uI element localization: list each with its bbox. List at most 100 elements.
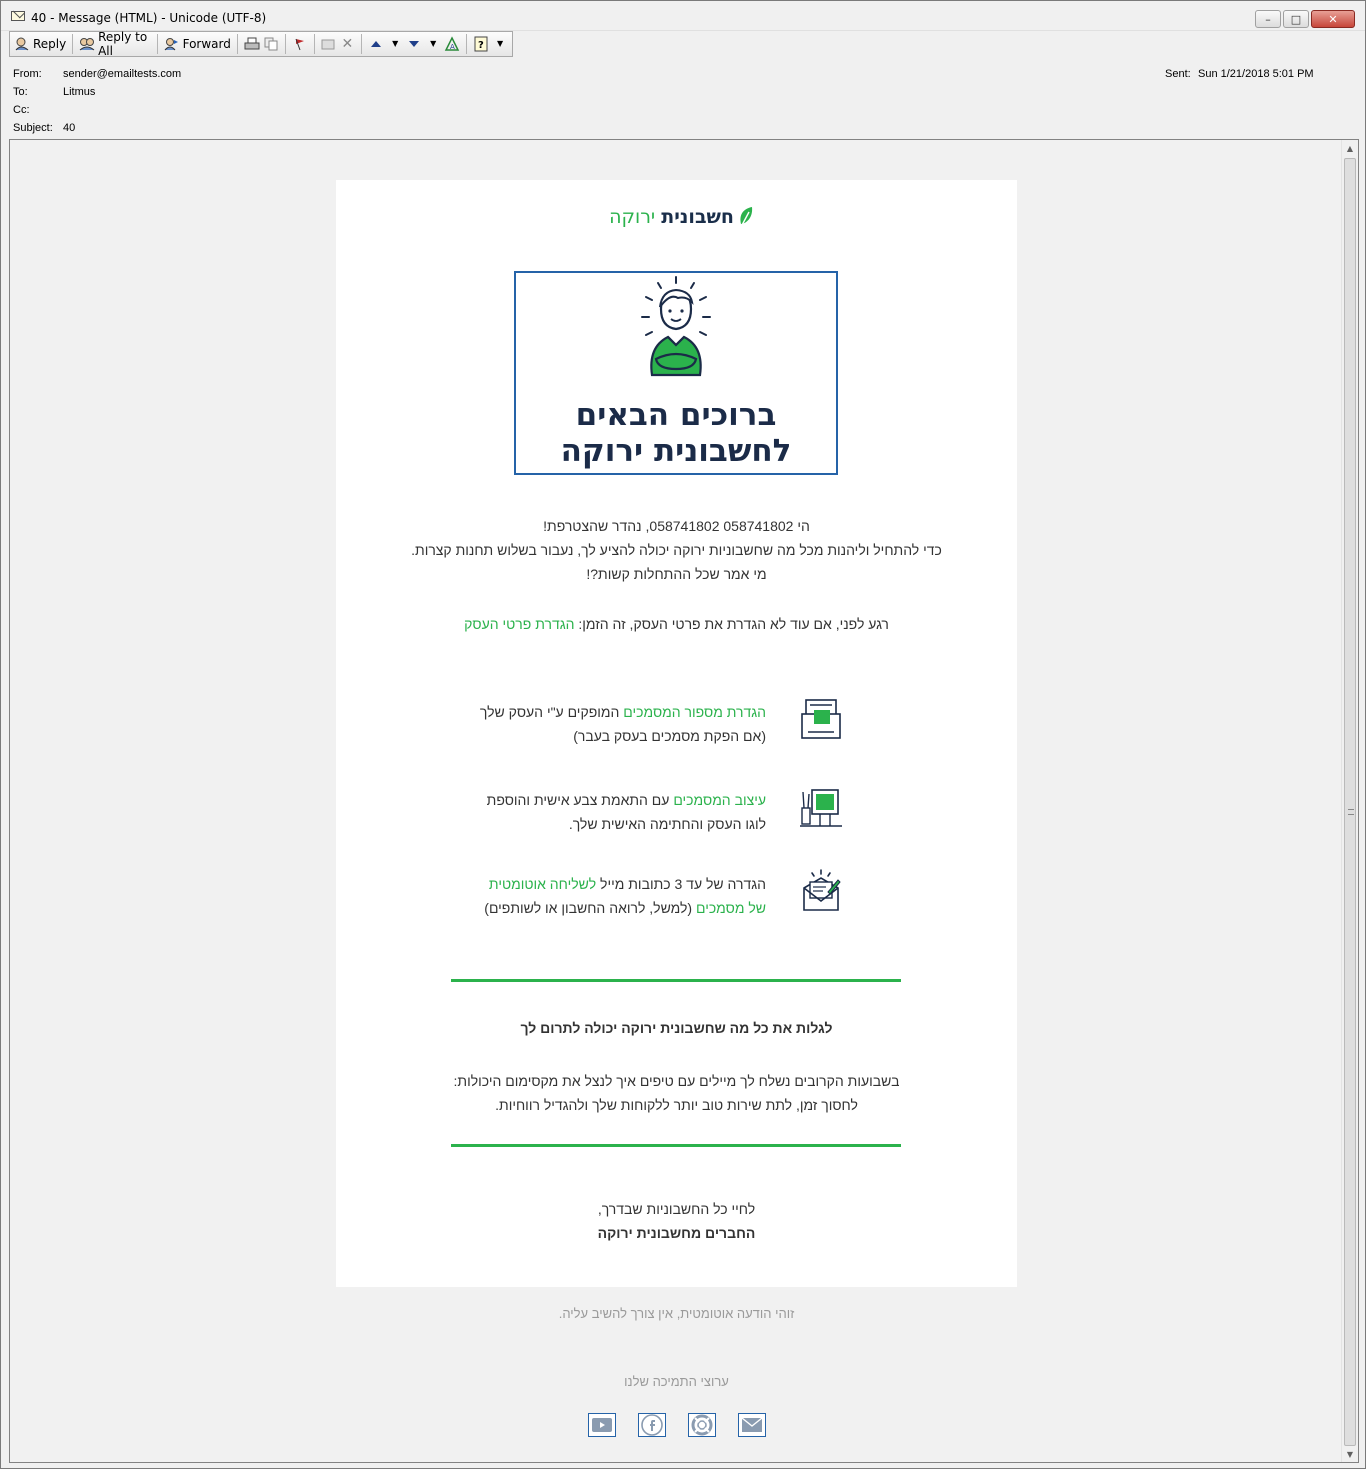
youtube-icon[interactable] xyxy=(588,1413,616,1437)
hero-title: ברוכים הבאים לחשבונית ירוקה xyxy=(516,397,836,469)
feature-design-link[interactable]: עיצוב המסמכים xyxy=(673,792,766,808)
reply-icon xyxy=(14,36,30,52)
envelope-icon xyxy=(11,11,25,21)
scroll-up-icon[interactable]: ▲ xyxy=(1342,140,1358,156)
support-channels-title: ערוצי התמיכה שלנו xyxy=(624,1374,729,1389)
flag-button[interactable] xyxy=(288,33,312,55)
reply-all-button[interactable]: Reply to All xyxy=(75,30,155,58)
to-value: Litmus xyxy=(63,86,96,98)
signoff-line-2: החברים מחשבונית ירוקה xyxy=(597,1225,756,1241)
help-dropdown-icon[interactable]: ▼ xyxy=(492,36,508,52)
mail-icon[interactable] xyxy=(738,1413,766,1437)
reply-all-label: Reply to All xyxy=(98,30,148,58)
window-title: 40 - Message (HTML) - Unicode (UTF-8) xyxy=(31,11,267,25)
toolbar-separator xyxy=(313,34,315,54)
reply-all-icon xyxy=(79,36,95,52)
intro-line-1: הי 058741802 058741802, נהדר שהצטרפת! xyxy=(543,518,810,534)
message-window: 40 - Message (HTML) - Unicode (UTF-8) – … xyxy=(0,0,1366,1469)
feature-auto-send-text: הגדרה של עד 3 כתובות מייל xyxy=(596,876,766,892)
feature-design-line2: לוגו העסק והחתימה האישית שלך. xyxy=(568,816,766,832)
document-numbers-icon xyxy=(801,699,841,739)
move-to-folder-icon[interactable] xyxy=(320,36,336,52)
cc-label: Cc: xyxy=(13,104,30,116)
toolbar-separator xyxy=(361,34,363,54)
feature-auto-send-link2[interactable]: של מסמכים xyxy=(696,900,766,916)
brand-logo[interactable]: חשבונית ירוקה xyxy=(598,204,754,230)
feature-design-text: עם התאמת צבע אישית והוספת xyxy=(486,792,674,808)
next-item-icon[interactable] xyxy=(406,36,422,52)
previous-item-icon[interactable] xyxy=(368,36,384,52)
intro-line-3: מי אמר שכל ההתחלות קשות?! xyxy=(586,566,767,582)
svg-text:?: ? xyxy=(478,40,484,51)
discover-line-2: לחסוך זמן, לתת שירות טוב יותר ללקוחות של… xyxy=(495,1097,858,1113)
scroll-thumb[interactable] xyxy=(1344,158,1356,1446)
toolbar-separator xyxy=(284,34,286,54)
delete-icon[interactable]: ✕ xyxy=(339,36,355,52)
navigation-group: ▼ ▼ A xyxy=(364,33,464,55)
leaf-icon xyxy=(740,207,753,228)
help-button[interactable]: ? ▼ xyxy=(469,33,512,55)
to-label: To: xyxy=(13,86,28,98)
feature-auto-send-text2: (למשל, לרואה החשבון או לשותפים) xyxy=(484,900,696,916)
toolbar-separator xyxy=(156,34,158,54)
toolbar-separator xyxy=(72,34,74,54)
window-controls: – □ ✕ xyxy=(1255,10,1355,28)
reply-button[interactable]: Reply xyxy=(10,33,70,55)
setup-text: רגע לפני, אם עוד לא הגדרת את פרטי העסק, … xyxy=(574,616,889,632)
message-toolbar: Reply Reply to All Forward ✕ ▼ ▼ A ? ▼ xyxy=(9,30,513,58)
sent-row: Sent: Sun 1/21/2018 5:01 PM xyxy=(1165,68,1314,80)
subject-row: Subject: 40 xyxy=(13,122,75,134)
feature-numbering-text: המופקים ע"י העסק שלך xyxy=(479,704,624,720)
feature-design-line1: עיצוב המסמכים עם התאמת צבע אישית והוספת xyxy=(476,788,766,812)
scroll-down-icon[interactable]: ▼ xyxy=(1342,1446,1358,1462)
flag-icon xyxy=(292,36,308,52)
maximize-button[interactable]: □ xyxy=(1283,10,1309,28)
email-card: חשבונית ירוקה ברוכים הבאים לחשבונית ירוק… xyxy=(336,180,1017,1287)
auto-message-note: זוהי הודעה אוטומטית, אין צורך להשיב עליה… xyxy=(558,1306,795,1321)
discover-title: לגלות את כל מה שחשבונית ירוקה יכולה לתרו… xyxy=(520,1020,833,1036)
feature-design: עיצוב המסמכים עם התאמת צבע אישית והוספת … xyxy=(476,788,766,836)
intro-paragraph: הי 058741802 058741802, נהדר שהצטרפת! כד… xyxy=(336,514,1017,586)
discover-paragraph: בשבועות הקרובים נשלח לך מיילים עם טיפים … xyxy=(336,1069,1017,1117)
vertical-scrollbar[interactable]: ▲ ▼ xyxy=(1341,140,1358,1462)
forward-button[interactable]: Forward xyxy=(160,33,235,55)
feature-numbering-line2: (אם הפקת מסמכים בעסק בעבר) xyxy=(573,728,766,744)
reply-label: Reply xyxy=(33,37,67,51)
discover-line-1: בשבועות הקרובים נשלח לך מיילים עם טיפים … xyxy=(453,1073,900,1089)
happy-person-icon xyxy=(641,276,711,377)
to-row: To: Litmus xyxy=(13,86,95,98)
logo-text: חשבונית ירוקה xyxy=(609,206,734,228)
message-body[interactable]: חשבונית ירוקה ברוכים הבאים לחשבונית ירוק… xyxy=(9,139,1359,1463)
facebook-icon[interactable] xyxy=(638,1413,666,1437)
help-icon: ? xyxy=(473,36,489,52)
next-dropdown-icon[interactable]: ▼ xyxy=(425,36,441,52)
print-button[interactable] xyxy=(240,33,283,55)
toolbar-separator xyxy=(466,34,468,54)
forward-label: Forward xyxy=(182,37,231,51)
address-book-icon[interactable]: A xyxy=(444,36,460,52)
from-row: From: sender@emailtests.com xyxy=(13,68,181,80)
feature-auto-send-line1: הגדרה של עד 3 כתובות מייל לשליחה אוטומטי… xyxy=(476,872,766,896)
intro-line-2: כדי להתחיל וליהנות מכל מה שחשבוניות ירוק… xyxy=(411,542,942,558)
from-label: From: xyxy=(13,68,42,80)
design-desk-icon xyxy=(800,789,842,827)
copy-icon[interactable] xyxy=(263,36,279,52)
feature-auto-send-link[interactable]: לשליחה אוטומטית xyxy=(489,876,596,892)
close-button[interactable]: ✕ xyxy=(1311,10,1355,28)
move-delete-group: ✕ xyxy=(316,33,359,55)
previous-dropdown-icon[interactable]: ▼ xyxy=(387,36,403,52)
cc-row: Cc: xyxy=(13,104,63,116)
logo-light-text: ירוקה xyxy=(609,206,656,228)
hero-title-line2: לחשבונית ירוקה xyxy=(560,433,792,469)
forward-icon xyxy=(164,36,180,52)
signoff-line-1: לחיי כל החשבוניות שבדרך, xyxy=(597,1201,756,1217)
feature-numbering-link[interactable]: הגדרת מספור המסמכים xyxy=(623,704,766,720)
subject-label: Subject: xyxy=(13,122,53,134)
minimize-button[interactable]: – xyxy=(1255,10,1281,28)
support-lifebuoy-icon[interactable] xyxy=(688,1413,716,1437)
feature-auto-send: הגדרה של עד 3 כתובות מייל לשליחה אוטומטי… xyxy=(476,872,766,920)
setup-business-link[interactable]: הגדרת פרטי העסק xyxy=(464,616,574,632)
setup-line: רגע לפני, אם עוד לא הגדרת את פרטי העסק, … xyxy=(336,616,1017,632)
feature-numbering: הגדרת מספור המסמכים המופקים ע"י העסק שלך… xyxy=(476,700,766,748)
subject-value: 40 xyxy=(63,122,76,134)
